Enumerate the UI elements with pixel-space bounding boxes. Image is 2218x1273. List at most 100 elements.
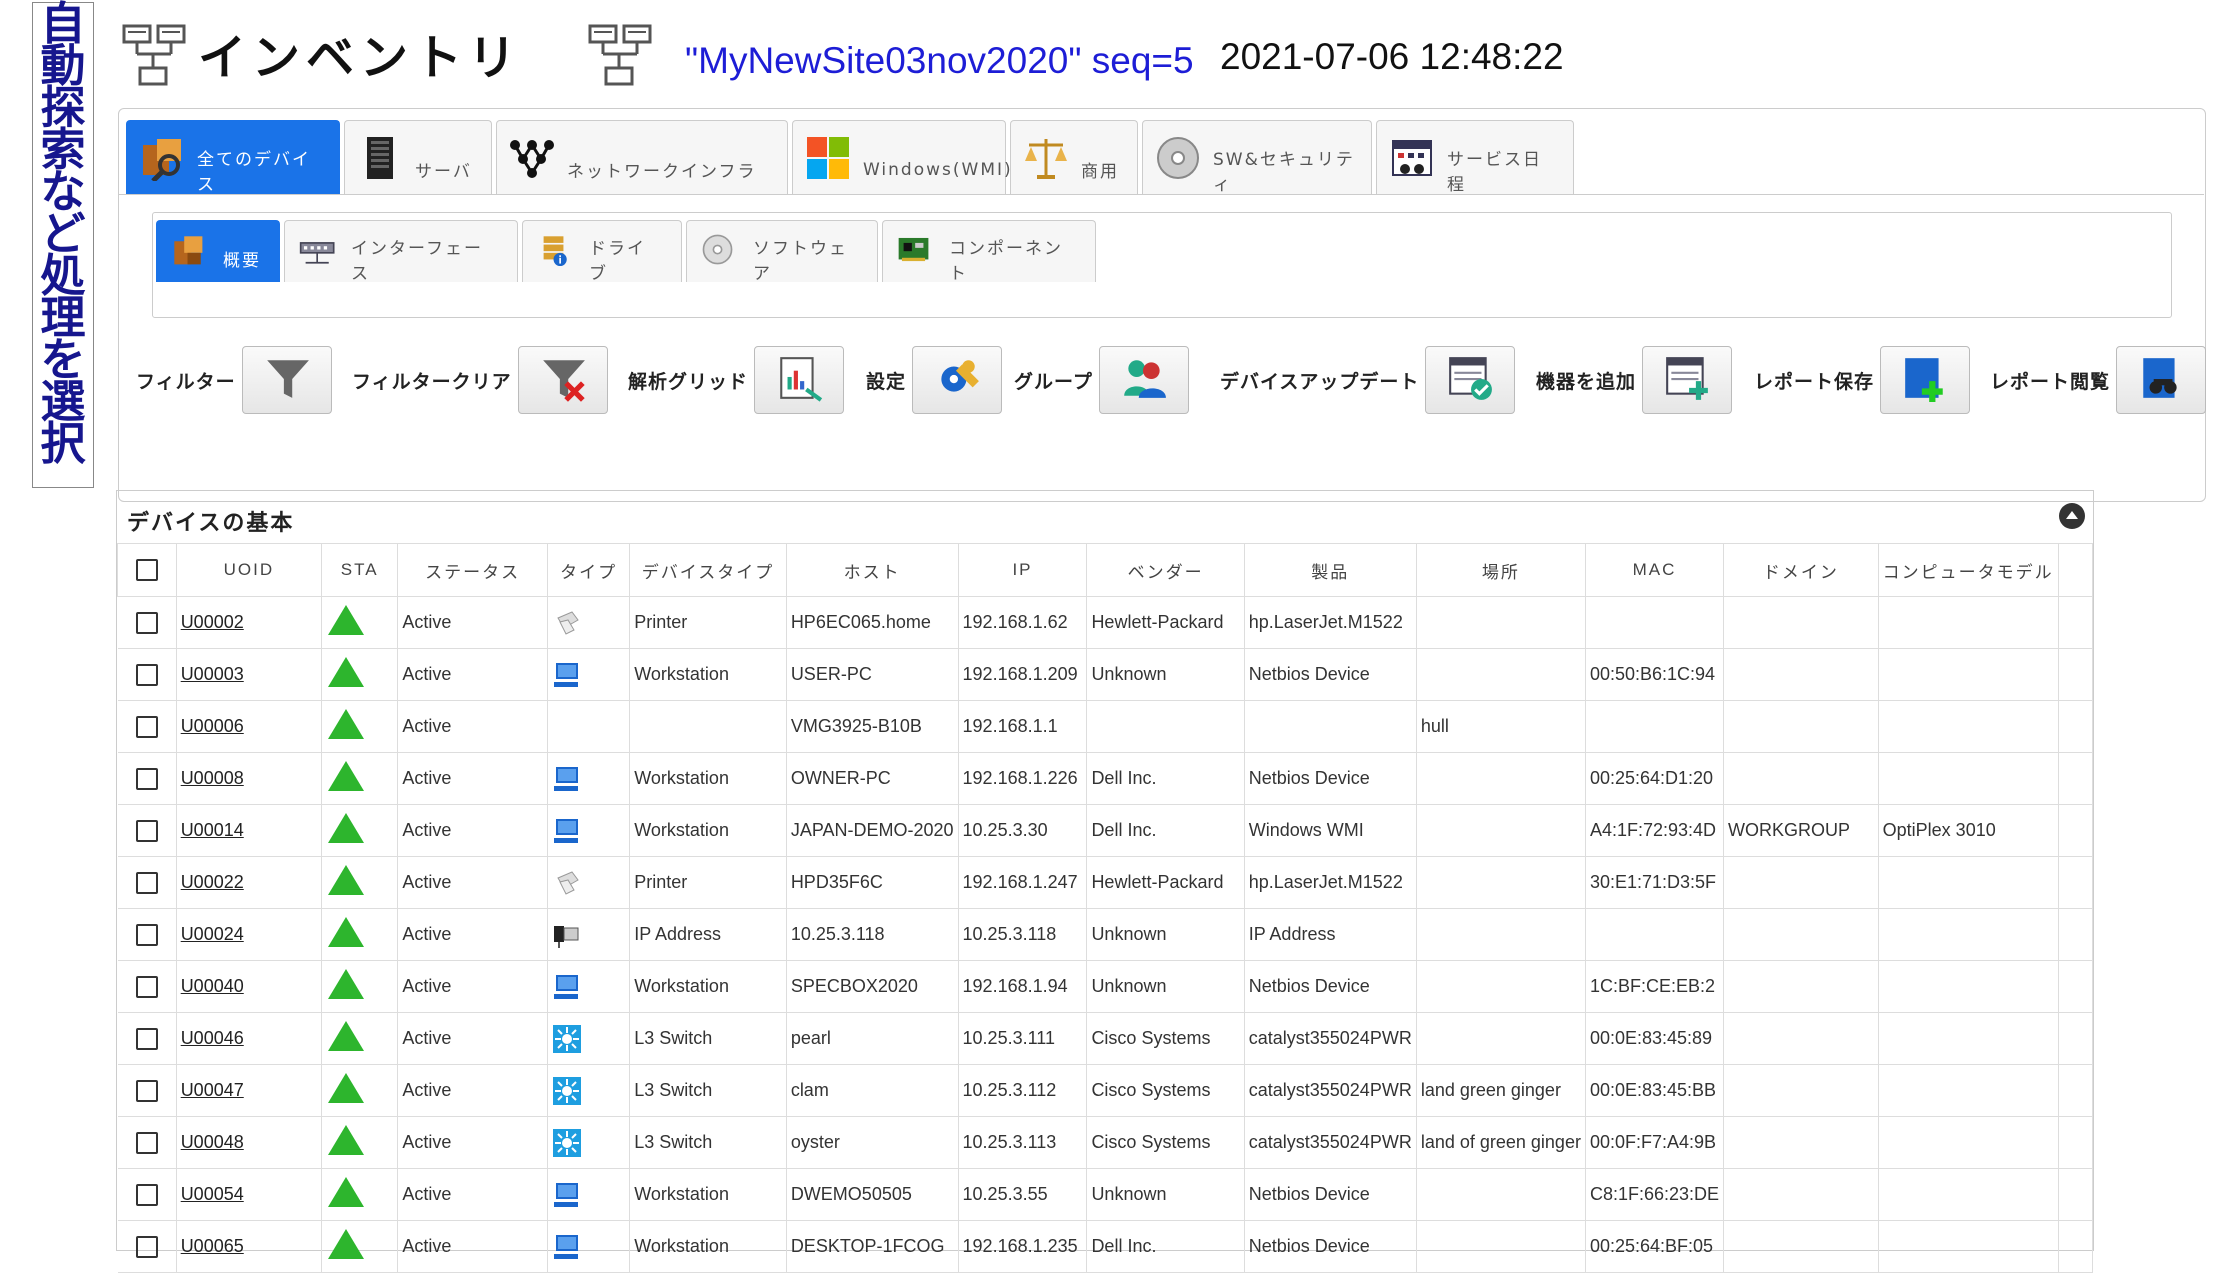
row-checkbox[interactable] — [135, 715, 158, 738]
table-row[interactable]: U00065 Active Workstation DESKTOP-1FCOG 192.… — [117, 1220, 2094, 1273]
subtab-drive[interactable]: ドライブ — [522, 220, 682, 284]
device-type-cell — [629, 700, 787, 753]
uoid-link[interactable]: U00024 — [181, 924, 244, 944]
row-checkbox[interactable] — [135, 819, 158, 842]
uoid-link[interactable]: U00014 — [181, 820, 244, 840]
column-header[interactable]: IP — [957, 543, 1088, 597]
group-button[interactable] — [1098, 346, 1189, 414]
table-row[interactable]: U00046 Active L3 Switch pearl 10.25.3.111 Cis… — [117, 1012, 2094, 1065]
subtab-interface[interactable]: インターフェース — [284, 220, 518, 284]
subtab-component[interactable]: コンポーネント — [882, 220, 1096, 284]
settings-button[interactable] — [912, 346, 1003, 414]
column-header[interactable]: ステータス — [397, 543, 548, 597]
table-row[interactable]: U00048 Active L3 Switch oyster 10.25.3.113 Ci… — [117, 1116, 2094, 1169]
scroll-gutter — [2058, 856, 2094, 909]
view-report-button[interactable] — [2116, 346, 2207, 414]
table-row[interactable]: U00014 Active Workstation JAPAN-DEMO-2020 10… — [117, 804, 2094, 857]
host-cell: JAPAN-DEMO-2020 — [786, 804, 959, 857]
column-header[interactable]: UOID — [175, 543, 323, 597]
table-row[interactable]: U00003 Active Workstation USER-PC 192.168.1.… — [117, 648, 2094, 701]
row-checkbox[interactable] — [135, 871, 158, 894]
type-cell — [547, 856, 631, 909]
filter-clear-button[interactable] — [517, 346, 608, 414]
uoid-link[interactable]: U00008 — [181, 768, 244, 788]
uoid-link[interactable]: U00040 — [181, 976, 244, 996]
uoid-link[interactable]: U00006 — [181, 716, 244, 736]
filter-button[interactable] — [241, 346, 332, 414]
table-row[interactable]: U00054 Active Workstation DWEMO50505 10.25.3… — [117, 1168, 2094, 1221]
subtab-label: ソフトウェア — [753, 238, 848, 284]
row-checkbox[interactable] — [135, 975, 158, 998]
uoid-link[interactable]: U00065 — [181, 1236, 244, 1256]
uoid-link[interactable]: U00003 — [181, 664, 244, 684]
uoid-link[interactable]: U00054 — [181, 1184, 244, 1204]
table-row[interactable]: U00040 Active Workstation SPECBOX2020 192.16… — [117, 960, 2094, 1013]
row-checkbox[interactable] — [135, 1183, 158, 1206]
host-cell: HP6EC065.home — [786, 596, 959, 649]
row-checkbox[interactable] — [135, 1235, 158, 1258]
uoid-link[interactable]: U00048 — [181, 1132, 244, 1152]
table-row[interactable]: U00006 Active VMG3925-B10B 192.168.1.1 hull — [117, 700, 2094, 753]
row-checkbox[interactable] — [135, 923, 158, 946]
select-all-checkbox[interactable] — [135, 559, 158, 581]
row-checkbox[interactable] — [135, 611, 158, 634]
location-cell — [1416, 856, 1586, 909]
scroll-gutter — [2058, 1168, 2094, 1221]
column-header[interactable]: MAC — [1584, 543, 1725, 597]
table-row[interactable]: U00047 Active L3 Switch clam 10.25.3.112 Cisc… — [117, 1064, 2094, 1117]
toolbar-label: レポート保存 — [1754, 370, 1875, 393]
device-type-cell: L3 Switch — [629, 1012, 787, 1065]
uoid-link[interactable]: U00047 — [181, 1080, 244, 1100]
collapse-up-icon[interactable] — [2059, 503, 2085, 529]
column-header[interactable]: デバイスタイプ — [629, 543, 787, 597]
row-checkbox[interactable] — [135, 767, 158, 790]
column-header[interactable]: STA — [321, 543, 399, 597]
ip-address-icon — [552, 920, 582, 950]
table-row[interactable]: U00002 Active Printer HP6EC065.home 192.168.… — [117, 596, 2094, 649]
tab-disc[interactable]: SW&セキュリティ — [1142, 120, 1372, 195]
subtab-software[interactable]: ソフトウェア — [686, 220, 878, 284]
column-header[interactable]: ベンダー — [1086, 543, 1245, 597]
tab-label: ネットワークインフラ — [567, 162, 757, 182]
host-cell: oyster — [786, 1116, 959, 1169]
row-checkbox[interactable] — [135, 663, 158, 686]
save-report-button[interactable] — [1880, 346, 1971, 414]
device-update-button[interactable] — [1425, 346, 1516, 414]
device-type-cell: L3 Switch — [629, 1116, 787, 1169]
tab-windows[interactable]: Windows(WMI) — [792, 120, 1011, 194]
tab-network[interactable]: ネットワークインフラ — [496, 120, 788, 194]
subtab-overview[interactable]: 概要 — [156, 220, 280, 282]
toolbar-group-view-report: レポート閲覧 — [1990, 346, 2207, 414]
status-cell: Active — [397, 908, 548, 961]
row-checkbox[interactable] — [135, 1079, 158, 1102]
location-cell: land green ginger — [1416, 1064, 1586, 1117]
tab-all-devices[interactable]: 全てのデバイス — [126, 120, 340, 195]
column-header[interactable]: 場所 — [1415, 543, 1586, 597]
subtab-label: インターフェース — [351, 238, 483, 284]
column-header[interactable]: 製品 — [1243, 543, 1417, 597]
tab-scale[interactable]: 商用 — [1010, 120, 1138, 194]
ip-cell: 10.25.3.113 — [958, 1116, 1088, 1169]
tab-server[interactable]: サーバ — [344, 120, 492, 194]
column-header[interactable]: コンピュータモデル — [1877, 543, 2059, 597]
all-devices-icon — [139, 135, 185, 183]
tab-calendar[interactable]: サービス日程 — [1376, 120, 1574, 195]
table-row[interactable]: U00008 Active Workstation OWNER-PC 192.168.1… — [117, 752, 2094, 805]
uoid-link[interactable]: U00022 — [181, 872, 244, 892]
model-cell — [1878, 908, 2059, 961]
column-header[interactable]: タイプ — [546, 543, 631, 597]
analysis-grid-button[interactable] — [754, 346, 845, 414]
uoid-link[interactable]: U00046 — [181, 1028, 244, 1048]
table-row[interactable]: U00024 Active IP Address 10.25.3.118 10.25.3… — [117, 908, 2094, 961]
row-checkbox[interactable] — [135, 1027, 158, 1050]
add-device-button[interactable] — [1642, 346, 1733, 414]
table-row[interactable]: U00022 Active Printer HPD35F6C 192.168.1.247… — [117, 856, 2094, 909]
device-type-cell: Workstation — [629, 960, 787, 1013]
column-header[interactable]: ホスト — [785, 543, 959, 597]
column-header[interactable]: ドメイン — [1723, 543, 1879, 597]
row-select-cell — [117, 1220, 177, 1273]
uoid-link[interactable]: U00002 — [181, 612, 244, 632]
row-checkbox[interactable] — [135, 1131, 158, 1154]
domain-cell — [1723, 752, 1879, 805]
status-cell: Active — [397, 700, 548, 753]
